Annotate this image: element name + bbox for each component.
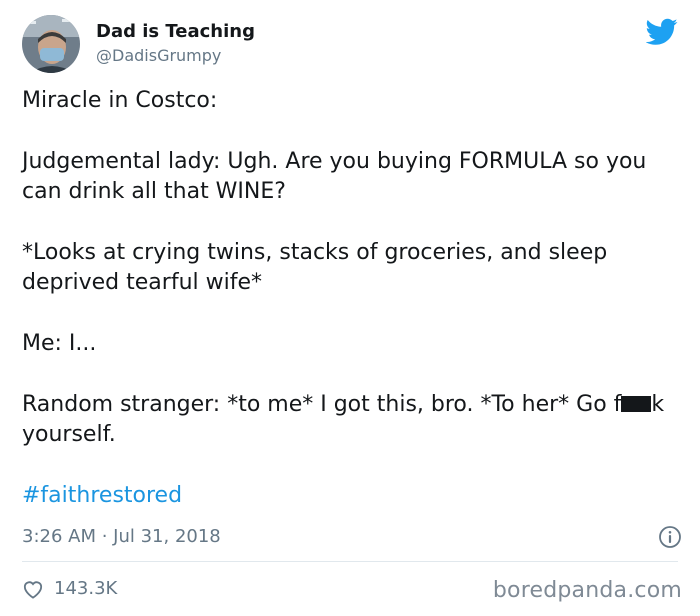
author-info: Dad is Teaching @DadisGrumpy (96, 20, 255, 67)
avatar-photo (22, 15, 80, 73)
tweet-text: Miracle in Costco: Judgemental lady: Ugh… (22, 86, 682, 542)
twitter-bird-icon[interactable] (646, 18, 678, 46)
stranger-text-part1: Random stranger: *to me* I got this, bro… (22, 392, 622, 417)
like-count: 143.3K (54, 578, 118, 599)
source-watermark: boredpanda.com (492, 578, 682, 603)
tweet-line-stranger: Random stranger: *to me* I got this, bro… (22, 390, 682, 450)
author-avatar[interactable] (22, 15, 80, 73)
author-handle[interactable]: @DadisGrumpy (96, 45, 255, 67)
hashtag-link[interactable]: #faithrestored (22, 483, 182, 508)
tweet-line-me: Me: I... (22, 331, 97, 356)
divider (22, 561, 678, 562)
tweet-timestamp[interactable]: 3:26 AM · Jul 31, 2018 (22, 526, 221, 547)
tweet-line-intro: Miracle in Costco: (22, 88, 218, 113)
tweet-line-looks: *Looks at crying twins, stacks of grocer… (22, 240, 608, 295)
like-button[interactable]: 143.3K (22, 575, 117, 603)
heart-icon (23, 581, 43, 599)
tweet-hashtag-line: #faithrestored (22, 481, 682, 511)
info-icon[interactable] (658, 525, 682, 549)
author-display-name[interactable]: Dad is Teaching (96, 20, 255, 44)
tweet-line-lady: Judgemental lady: Ugh. Are you buying FO… (22, 149, 647, 204)
tweet-meta: 3:26 AM · Jul 31, 2018 (22, 524, 682, 550)
censor-bar (621, 396, 652, 412)
